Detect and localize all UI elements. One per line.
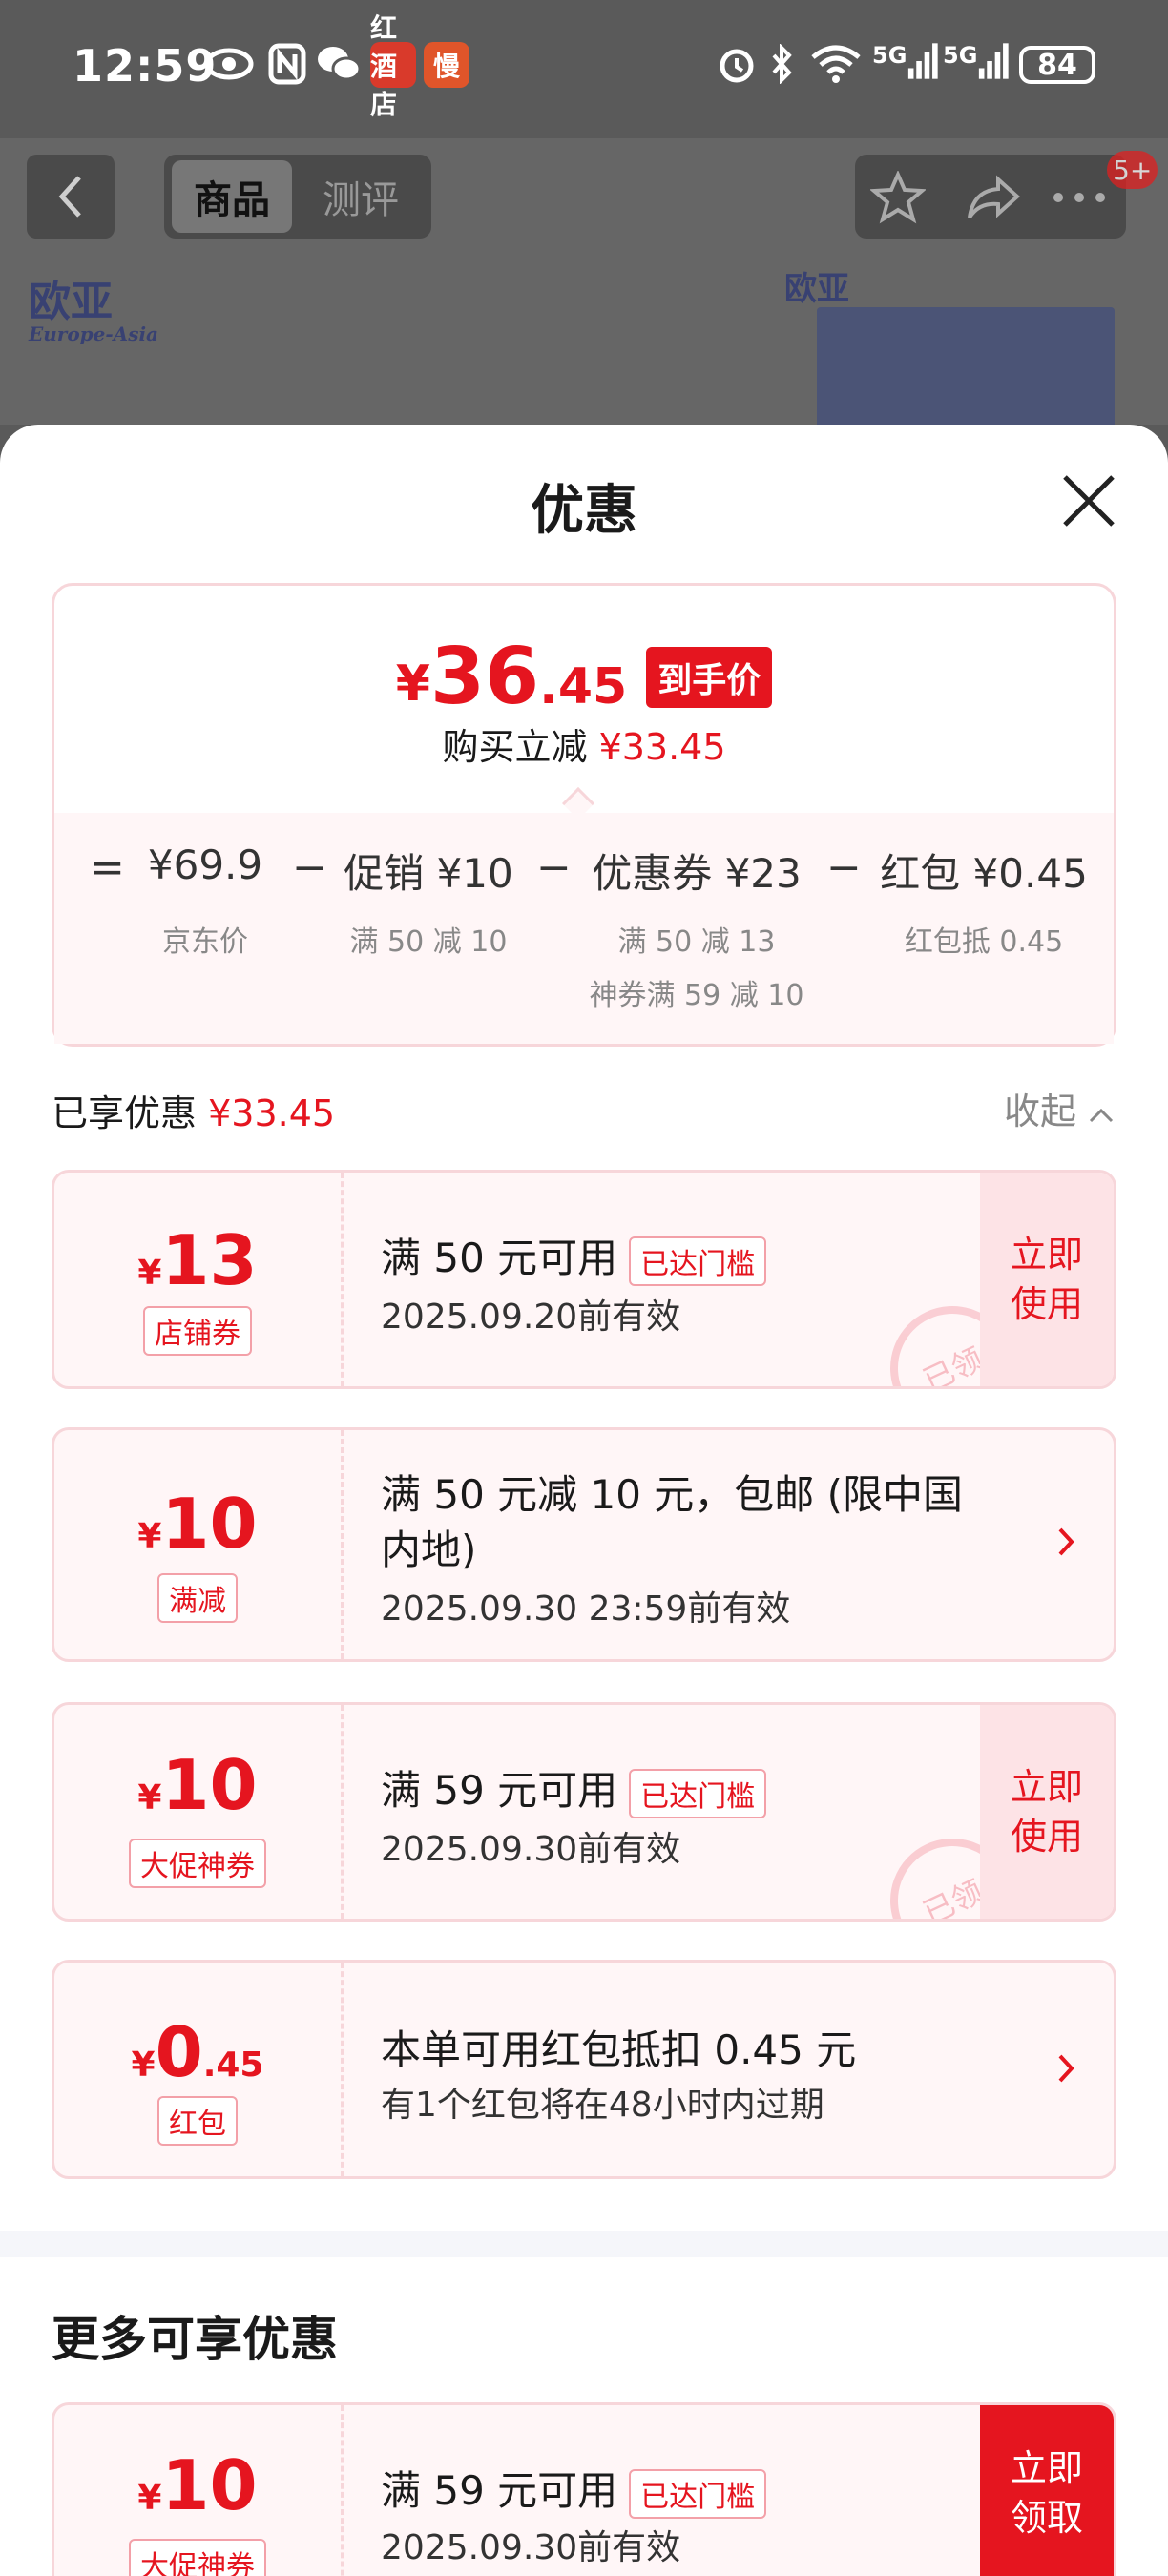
more-discounts-title: 更多可享优惠 [52, 2312, 338, 2367]
red-packet-value: ¥0.45 [131, 2012, 264, 2092]
coupon-expiry: 2025.09.30前有效 [381, 2528, 681, 2567]
red-packet-expiry-note: 有1个红包将在48小时内过期 [381, 2086, 824, 2125]
threshold-tag: 已达门槛 [629, 2468, 767, 2519]
status-bar: 12:59 红酒店 慢 5G 5G 84 [0, 0, 1168, 138]
brand-logo: 欧亚 Europe-Asia [29, 278, 159, 345]
coupon-divider [341, 1430, 344, 1659]
coupon-divider [341, 1173, 344, 1386]
use-now-button[interactable]: 立即 使用 [980, 1705, 1114, 1919]
sheet-title: 优惠 [531, 480, 637, 542]
coupon-value-area: ¥10 满减 [54, 1430, 341, 1659]
final-price-currency: ¥ [395, 654, 430, 713]
signal-5g-icon-2: 5G [943, 42, 1010, 86]
reduction-label: 购买立减 [442, 726, 588, 768]
coupon-type-tag: 店铺券 [143, 1306, 252, 1356]
coupon-type-tag: 红包 [157, 2096, 238, 2146]
coupon-value: ¥10 [137, 2445, 258, 2525]
coupon-card: ¥10 大促神券 满 59 元可用 已达门槛 2025.09.30前有效 立即 领取 [52, 2402, 1116, 2576]
coupon-value-area: ¥13 店铺券 [54, 1173, 341, 1386]
threshold-tag: 已达门槛 [629, 1768, 767, 1818]
coupon-expiry: 2025.09.20前有效 [381, 1298, 681, 1337]
collapse-button[interactable]: 收起 [1004, 1082, 1115, 1134]
coupon-title-line2: 内地) [381, 1527, 477, 1573]
more-icon[interactable] [1046, 164, 1113, 231]
reduction-amount: ¥33.45 [598, 726, 726, 768]
red-packet-rule: 红包抵 0.45 [904, 925, 1064, 959]
coupon-card: ¥10 大促神券 满 59 元可用 已达门槛 2025.09.30前有效 已领 立… [52, 1702, 1116, 1922]
final-price-integer: 36 [429, 632, 540, 722]
threshold-tag: 已达门槛 [629, 1236, 767, 1286]
chevron-up-icon [1090, 1108, 1114, 1123]
enjoyed-amount: ¥33.45 [208, 1092, 336, 1134]
coupon-card: ¥13 店铺券 满 50 元可用 已达门槛 2025.09.20前有效 已领 立即… [52, 1170, 1116, 1389]
minus-sign: − [292, 843, 327, 892]
red-packet-amount: 红包 ¥0.45 [880, 850, 1088, 897]
tab-goods[interactable]: 商品 [172, 160, 292, 233]
coupon-divider [341, 1705, 344, 1919]
product-image-logo: 欧亚 [784, 270, 849, 308]
final-price-decimal: .45 [539, 657, 628, 716]
coupon-value: ¥13 [137, 1220, 258, 1300]
section-divider [0, 2231, 1168, 2257]
message-badge: 5+ [1107, 151, 1158, 189]
slow-app-icon: 慢 [424, 42, 469, 88]
battery-indicator: 84 [1019, 46, 1095, 84]
coupon-amount: 优惠券 ¥23 [592, 850, 802, 897]
back-button[interactable] [27, 155, 115, 239]
tab-review[interactable]: 测评 [296, 160, 426, 233]
purchase-reduction: 购买立减 ¥33.45 [0, 717, 1168, 770]
coupon-value-area: ¥10 大促神券 [54, 2405, 341, 2576]
coupon-value-area: ¥10 大促神券 [54, 1705, 341, 1919]
coupon-divider [341, 1963, 344, 2176]
coupon-type-tag: 满减 [157, 1573, 238, 1623]
minus-sign: − [826, 843, 862, 892]
chevron-right-icon [1056, 2046, 1075, 2095]
enjoyed-discount: 已享优惠 ¥33.45 [52, 1084, 335, 1136]
coupon-title: 满 59 元可用 已达门槛 [381, 1758, 767, 1818]
share-icon[interactable] [960, 164, 1027, 231]
promotion-rule: 满 50 减 10 [349, 925, 508, 959]
chevron-left-icon [58, 176, 81, 218]
coupon-expiry: 2025.09.30前有效 [381, 1830, 681, 1869]
enjoyed-label: 已享优惠 [52, 1092, 198, 1134]
super-coupon-rule: 神券满 59 减 10 [589, 979, 804, 1012]
final-price: ¥ 36 .45 到手价 [0, 632, 1168, 722]
coupon-title: 满 59 元可用 已达门槛 [381, 2459, 767, 2519]
claim-now-button[interactable]: 立即 领取 [980, 2405, 1114, 2576]
red-packet-title: 本单可用红包抵扣 0.45 元 [381, 2026, 857, 2073]
coupon-value: ¥10 [137, 1484, 258, 1564]
use-now-button[interactable]: 立即 使用 [980, 1173, 1114, 1386]
alarm-icon [714, 42, 760, 86]
final-price-tag: 到手价 [646, 646, 773, 708]
coupon-value-area: ¥0.45 红包 [54, 1963, 341, 2176]
coupon-title: 满 50 元减 10 元，包邮 (限中国 [381, 1471, 964, 1518]
bluetooth-icon [767, 42, 796, 86]
signal-5g-icon-1: 5G [872, 42, 939, 86]
coupon-divider [341, 2405, 344, 2576]
close-button[interactable] [1059, 471, 1118, 530]
coupon-expiry: 2025.09.30 23:59前有效 [381, 1589, 791, 1629]
nfc-icon [265, 42, 309, 86]
coupon-value: ¥10 [137, 1745, 258, 1825]
status-time: 12:59 [73, 40, 218, 92]
minus-sign: − [536, 843, 572, 892]
hotel-app-icon: 红酒店 [370, 12, 416, 120]
wifi-icon [807, 42, 865, 86]
coupon-title: 满 50 元可用 已达门槛 [381, 1226, 767, 1286]
close-icon [1063, 475, 1115, 527]
red-packet-card[interactable]: ¥0.45 红包 本单可用红包抵扣 0.45 元 有1个红包将在48小时内过期 [52, 1960, 1116, 2179]
coupon-rule: 满 50 减 13 [617, 925, 776, 959]
jd-price: ¥69.9 [147, 841, 263, 888]
coupon-card[interactable]: ¥10 满减 满 50 元减 10 元，包邮 (限中国 内地) 2025.09.… [52, 1427, 1116, 1662]
coupon-type-tag: 大促神券 [129, 2539, 266, 2576]
equals-sign: = [90, 843, 125, 892]
eye-icon [202, 42, 256, 86]
chevron-right-icon [1056, 1520, 1075, 1568]
product-image [817, 307, 1115, 441]
promotion-amount: 促销 ¥10 [344, 850, 513, 897]
coupon-type-tag: 大促神券 [129, 1839, 266, 1888]
favorite-star-icon[interactable] [865, 164, 931, 231]
wechat-icon [315, 42, 363, 86]
jd-price-label: 京东价 [162, 925, 248, 959]
